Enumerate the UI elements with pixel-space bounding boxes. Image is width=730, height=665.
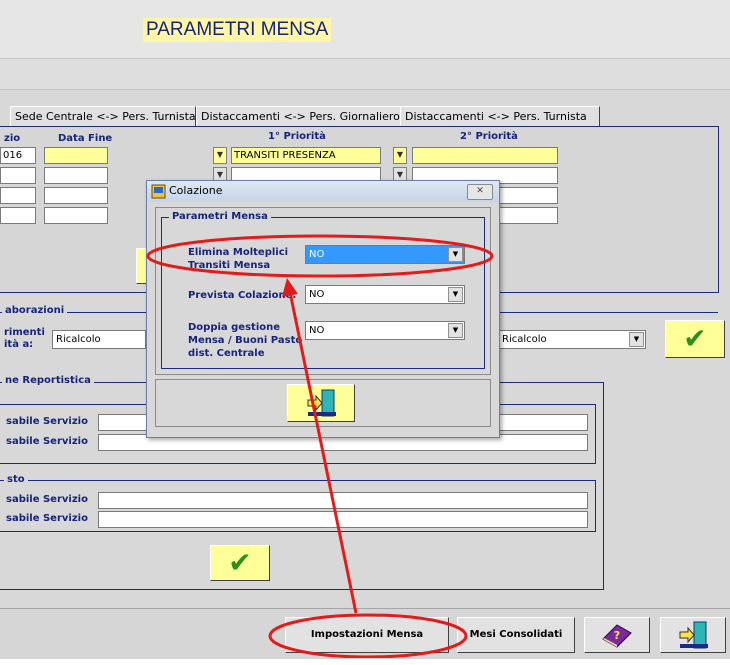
page-title: PARAMETRI MENSA <box>143 18 332 42</box>
elimina-molteplici-value: NO <box>309 249 325 260</box>
elimina-molteplici-select[interactable]: NO ▼ <box>305 245 465 264</box>
ricalcolo-select-left[interactable]: Ricalcolo <box>52 330 146 349</box>
svg-text:?: ? <box>614 629 620 642</box>
doppia-gestione-label-3: dist. Centrale <box>188 348 265 359</box>
doppia-gestione-select[interactable]: NO ▼ <box>305 321 465 340</box>
cell-priorita-2[interactable] <box>412 147 558 164</box>
help-book-icon: ? <box>602 624 632 648</box>
column-header-inizio: zio <box>4 133 21 144</box>
parametri-mensa-label: Parametri Mensa <box>169 211 271 223</box>
header-area <box>0 0 730 58</box>
exit-door-icon <box>307 389 336 417</box>
chevron-down-icon[interactable]: ▼ <box>448 323 463 338</box>
impostazioni-mensa-button[interactable]: Impostazioni Mensa <box>285 617 449 653</box>
responsabile-servizio-label: sabile Servizio <box>6 513 88 524</box>
cell-data-inizio[interactable] <box>0 207 36 224</box>
chevron-down-icon[interactable]: ▼ <box>393 147 407 164</box>
responsabile-servizio-label: sabile Servizio <box>6 416 88 427</box>
riferimenti-label-line1: rimenti <box>4 327 45 338</box>
exit-button[interactable] <box>660 617 726 653</box>
chevron-down-icon[interactable]: ▼ <box>629 332 644 347</box>
exit-door-icon <box>679 621 708 649</box>
close-icon[interactable]: ✕ <box>467 184 493 200</box>
tab-sede-centrale-turnista[interactable]: Sede Centrale <-> Pers. Turnista <box>10 106 196 127</box>
responsabile-servizio-label: sabile Servizio <box>6 494 88 505</box>
responsabile-servizio-field[interactable] <box>98 511 588 528</box>
cell-data-inizio[interactable] <box>0 167 36 184</box>
cell-data-inizio[interactable]: 016 <box>0 147 36 164</box>
doppia-gestione-label-2: Mensa / Buoni Pasto <box>188 335 303 346</box>
check-icon: ✔ <box>683 322 707 355</box>
responsabile-servizio-label: sabile Servizio <box>6 436 88 447</box>
mesi-consolidati-button[interactable]: Mesi Consolidati <box>457 617 575 653</box>
cell-data-fine[interactable] <box>44 167 108 184</box>
dialog-title: Colazione <box>169 184 223 197</box>
reportistica-group-label: ne Reportistica <box>2 375 94 387</box>
elaborazioni-group-label: aborazioni <box>2 305 68 317</box>
tab-distaccamenti-turnista[interactable]: Distaccamenti <-> Pers. Turnista <box>400 106 600 127</box>
cell-priorita-1[interactable]: TRANSITI PRESENZA <box>231 147 381 164</box>
check-icon: ✔ <box>228 546 252 579</box>
elaborazioni-confirm-button[interactable]: ✔ <box>665 320 725 358</box>
cell-data-inizio[interactable] <box>0 187 36 204</box>
toolbar-band <box>0 58 730 90</box>
cell-data-fine[interactable] <box>44 187 108 204</box>
colazione-dialog: Colazione ✕ Parametri Mensa Elimina Molt… <box>146 180 500 438</box>
chevron-down-icon[interactable]: ▼ <box>448 287 463 302</box>
riferimenti-label-line2: ità a: <box>4 339 34 350</box>
help-button[interactable]: ? <box>584 617 650 653</box>
doppia-gestione-label-1: Doppia gestione <box>188 322 281 333</box>
column-header-priorita-2: 2° Priorità <box>460 131 518 142</box>
doppia-gestione-value: NO <box>309 325 325 336</box>
dialog-exit-button[interactable] <box>287 384 355 422</box>
elimina-molteplici-label-1: Elimina Molteplici <box>188 247 289 258</box>
ricalcolo-select-left-value: Ricalcolo <box>56 334 101 345</box>
chevron-down-icon[interactable]: ▼ <box>448 247 463 262</box>
ricalcolo-select-right[interactable]: Ricalcolo ▼ <box>498 330 646 349</box>
column-header-data-fine: Data Fine <box>58 133 113 144</box>
column-header-priorita-1: 1° Priorità <box>268 131 326 142</box>
cell-data-fine[interactable] <box>44 147 108 164</box>
elimina-molteplici-label-2: Transiti Mensa <box>188 260 271 271</box>
tab-distaccamenti-giornaliero[interactable]: Distaccamenti <-> Pers. Giornaliero <box>196 106 402 127</box>
pasto-group-label: sto <box>4 474 28 486</box>
app-icon <box>151 184 166 199</box>
cell-data-fine[interactable] <box>44 207 108 224</box>
prevista-colazione-label: Prevista Colazione: <box>188 290 297 301</box>
chevron-down-icon[interactable]: ▼ <box>213 147 227 164</box>
responsabile-servizio-field[interactable] <box>98 492 588 509</box>
ricalcolo-select-right-value: Ricalcolo <box>502 334 547 345</box>
prevista-colazione-select[interactable]: NO ▼ <box>305 285 465 304</box>
prevista-colazione-value: NO <box>309 289 325 300</box>
reportistica-confirm-button[interactable]: ✔ <box>210 545 270 581</box>
